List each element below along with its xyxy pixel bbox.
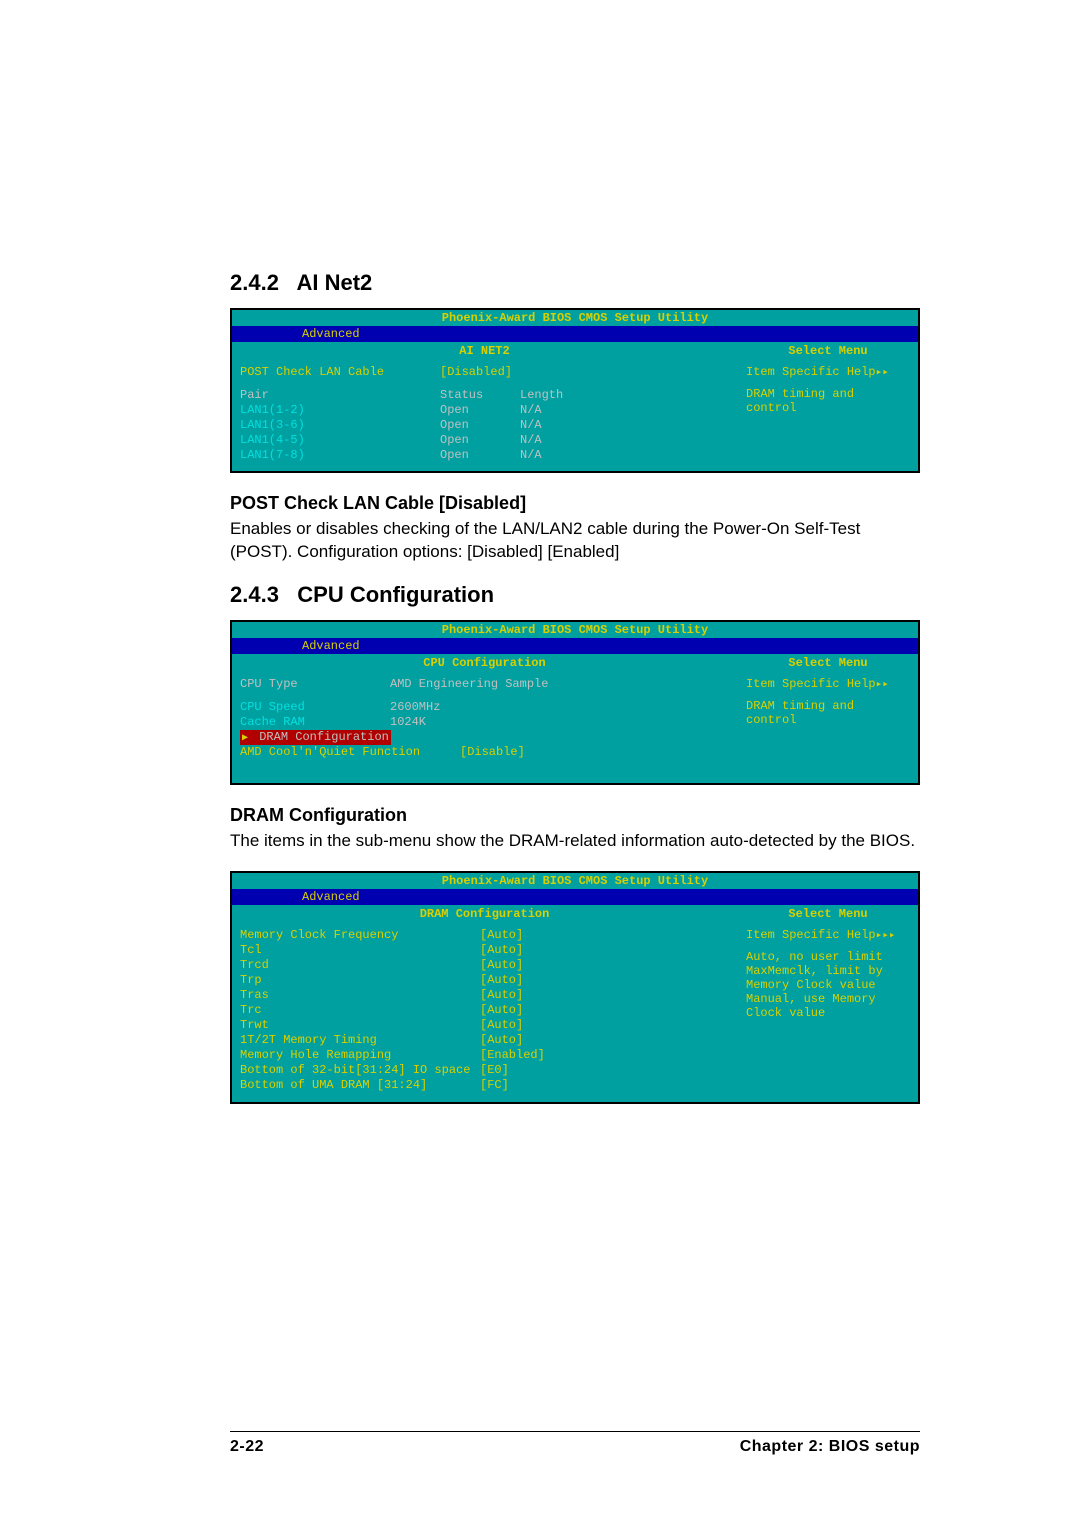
head-length: Length <box>520 388 580 403</box>
select-menu-label: Select Menu <box>738 654 918 672</box>
bios-header-row: AI NET2 Select Menu <box>232 342 918 361</box>
dram-item[interactable]: Bottom of UMA DRAM [31:24][FC] <box>240 1078 729 1093</box>
help-line: Auto, no user limit <box>746 950 910 964</box>
sec-num: 2.4.2 <box>230 270 279 295</box>
dram-config-submenu[interactable]: DRAM Configuration <box>240 730 729 746</box>
head-pair: Pair <box>240 388 440 403</box>
bios-right: Item Specific Help Auto, no user limit M… <box>738 924 918 1101</box>
post-check-value: [Disabled] <box>440 365 520 380</box>
cache-row: Cache RAM 1024K <box>240 715 729 730</box>
table-row: LAN1(3-6) Open N/A <box>240 418 729 433</box>
bios-title: Phoenix-Award BIOS CMOS Setup Utility <box>232 873 918 889</box>
sec-name: AI Net2 <box>296 270 372 295</box>
panel-title: DRAM Configuration <box>232 905 738 923</box>
dram-item[interactable]: Tras[Auto] <box>240 988 729 1003</box>
tab-advanced[interactable]: Advanced <box>302 639 360 653</box>
table-head: Pair Status Length <box>240 388 729 403</box>
table-row: LAN1(7-8) Open N/A <box>240 448 729 463</box>
tab-advanced[interactable]: Advanced <box>302 890 360 904</box>
cpu-speed-row: CPU Speed 2600MHz <box>240 700 729 715</box>
section-2-4-3-title: 2.4.3 CPU Configuration <box>230 582 920 608</box>
help-text: DRAM timing and control <box>746 699 910 727</box>
bios-tabs: Advanced <box>232 889 918 905</box>
post-check-row[interactable]: POST Check LAN Cable [Disabled] <box>240 365 729 380</box>
sec-num: 2.4.3 <box>230 582 279 607</box>
post-check-label: POST Check LAN Cable <box>240 365 440 380</box>
dram-item[interactable]: Trp[Auto] <box>240 973 729 988</box>
dram-item[interactable]: Memory Hole Remapping[Enabled] <box>240 1048 729 1063</box>
select-menu-label: Select Menu <box>738 342 918 360</box>
dram-item[interactable]: 1T/2T Memory Timing[Auto] <box>240 1033 729 1048</box>
dram-config-heading: DRAM Configuration <box>230 805 920 826</box>
section-2-4-2-title: 2.4.2 AI Net2 <box>230 270 920 296</box>
panel-title: AI NET2 <box>232 342 738 360</box>
dram-item[interactable]: Memory Clock Frequency[Auto] <box>240 928 729 943</box>
bios-tabs: Advanced <box>232 326 918 342</box>
panel-title: CPU Configuration <box>232 654 738 672</box>
page-number: 2-22 <box>230 1438 264 1456</box>
bios-title: Phoenix-Award BIOS CMOS Setup Utility <box>232 622 918 638</box>
dram-item[interactable]: Trcd[Auto] <box>240 958 729 973</box>
help-line: MaxMemclk, limit by <box>746 964 910 978</box>
bios-title: Phoenix-Award BIOS CMOS Setup Utility <box>232 310 918 326</box>
head-status: Status <box>440 388 520 403</box>
dram-item[interactable]: Trwt[Auto] <box>240 1018 729 1033</box>
sec-name: CPU Configuration <box>297 582 494 607</box>
table-row: LAN1(1-2) Open N/A <box>240 403 729 418</box>
post-check-paragraph: Enables or disables checking of the LAN/… <box>230 518 920 564</box>
select-menu-label: Select Menu <box>738 905 918 923</box>
item-help-label: Item Specific Help <box>746 928 910 942</box>
dram-item[interactable]: Trc[Auto] <box>240 1003 729 1018</box>
page-footer: 2-22 Chapter 2: BIOS setup <box>230 1431 920 1456</box>
bios-panel-cpu: Phoenix-Award BIOS CMOS Setup Utility Ad… <box>230 620 920 786</box>
coolnquiet-row[interactable]: AMD Cool'n'Quiet Function [Disable] <box>240 745 729 760</box>
post-check-heading: POST Check LAN Cable [Disabled] <box>230 493 920 514</box>
bios-left: CPU Type AMD Engineering Sample CPU Spee… <box>232 673 738 783</box>
bios-left: POST Check LAN Cable [Disabled] Pair Sta… <box>232 361 738 471</box>
help-line: Manual, use Memory <box>746 992 910 1006</box>
dram-config-paragraph: The items in the sub-menu show the DRAM-… <box>230 830 920 853</box>
dram-item[interactable]: Bottom of 32-bit[31:24] IO space[E0] <box>240 1063 729 1078</box>
help-line: Memory Clock value <box>746 978 910 992</box>
bios-right: Item Specific Help DRAM timing and contr… <box>738 673 918 783</box>
cpu-type-row: CPU Type AMD Engineering Sample <box>240 677 729 692</box>
bios-left: Memory Clock Frequency[Auto] Tcl[Auto] T… <box>232 924 738 1101</box>
tab-advanced[interactable]: Advanced <box>302 327 360 341</box>
item-help-label: Item Specific Help <box>746 677 910 691</box>
submenu-arrow-icon <box>242 730 252 744</box>
bios-right: Item Specific Help DRAM timing and contr… <box>738 361 918 471</box>
table-row: LAN1(4-5) Open N/A <box>240 433 729 448</box>
bios-panel-dram: Phoenix-Award BIOS CMOS Setup Utility Ad… <box>230 871 920 1104</box>
dram-item[interactable]: Tcl[Auto] <box>240 943 729 958</box>
bios-panel-ainet2: Phoenix-Award BIOS CMOS Setup Utility Ad… <box>230 308 920 473</box>
item-help-label: Item Specific Help <box>746 365 910 379</box>
help-line: Clock value <box>746 1006 910 1020</box>
help-text: DRAM timing and control <box>746 387 910 415</box>
bios-tabs: Advanced <box>232 638 918 654</box>
chapter-label: Chapter 2: BIOS setup <box>740 1438 920 1456</box>
